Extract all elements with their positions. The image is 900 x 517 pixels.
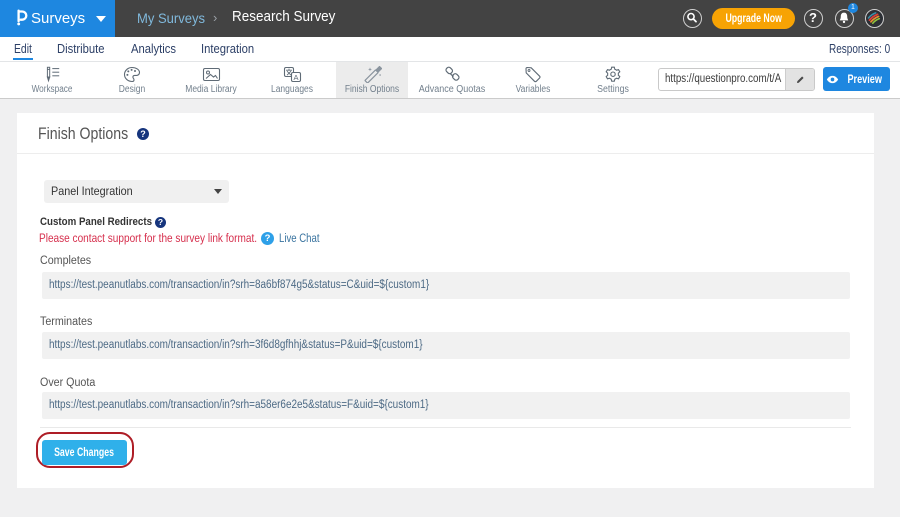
svg-text:A: A	[293, 73, 298, 82]
